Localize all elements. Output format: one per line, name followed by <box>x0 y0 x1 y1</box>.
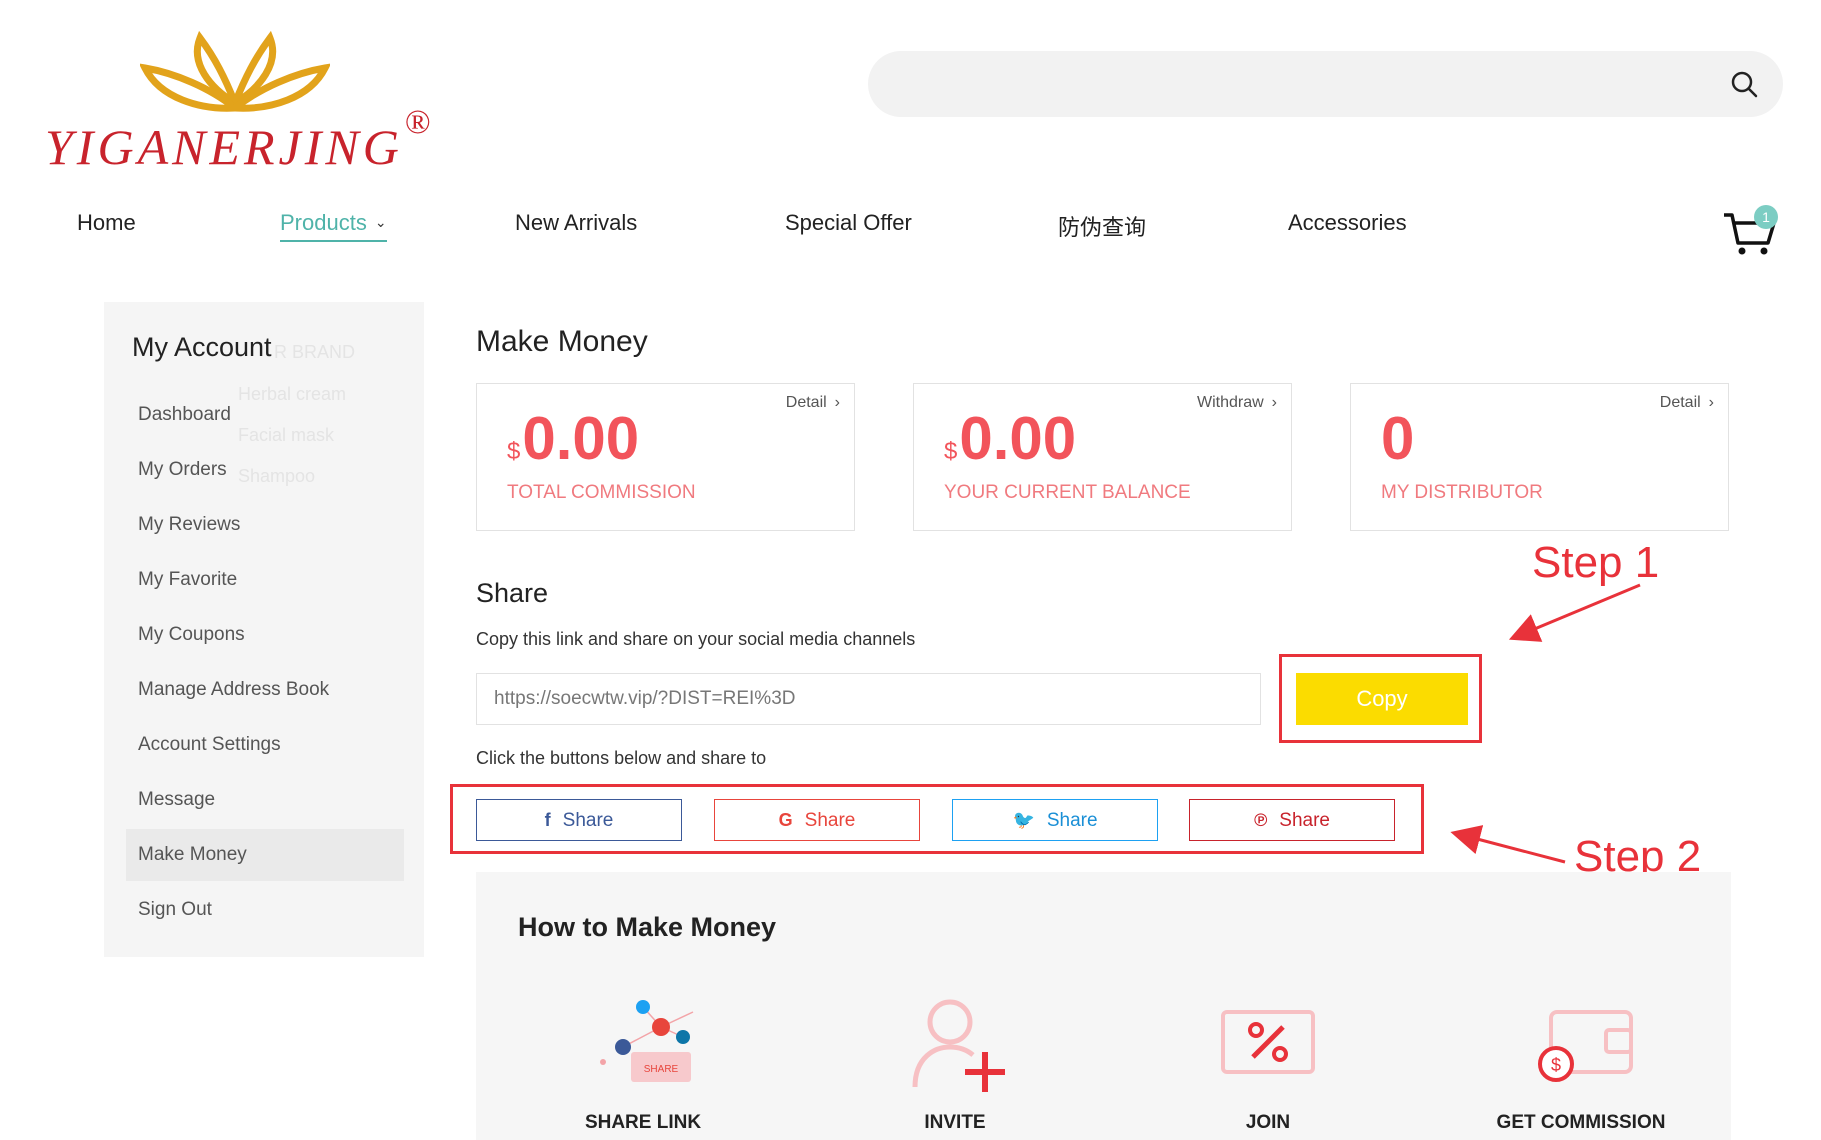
nav-new-arrivals[interactable]: New Arrivals <box>515 210 637 236</box>
search-bar[interactable] <box>868 51 1783 117</box>
sidebar-item-sign-out[interactable]: Sign Out <box>126 884 404 936</box>
nav-products[interactable]: Products ⌄ <box>280 210 387 242</box>
step1-arrow <box>1508 583 1641 642</box>
sidebar-item-my-favorite[interactable]: My Favorite <box>126 554 404 606</box>
how-to-step-invite: INVITE <box>830 992 1080 1133</box>
sidebar-item-address-book[interactable]: Manage Address Book <box>126 664 404 716</box>
pinterest-icon: ℗ <box>1254 810 1268 830</box>
how-to-step-commission: $ GET COMMISSION <box>1456 992 1706 1133</box>
page-title: Make Money <box>476 325 648 358</box>
ghost-item: Herbal cream <box>238 384 347 404</box>
how-to-title: How to Make Money <box>518 912 777 942</box>
nav-anti-counterfeit[interactable]: 防伪查询 <box>1058 210 1146 242</box>
stat-label: TOTAL COMMISSION <box>507 482 696 503</box>
stat-label: MY DISTRIBUTOR <box>1381 482 1543 503</box>
stat-current-balance: Withdraw › $0.00 YOUR CURRENT BALANCE <box>913 383 1292 531</box>
stat-total-commission: Detail › $0.00 TOTAL COMMISSION <box>476 383 855 531</box>
share-title: Share <box>476 578 549 608</box>
brand-logo[interactable]: YIGANERJING® <box>45 28 465 178</box>
chevron-right-icon: › <box>1271 394 1277 411</box>
search-icon[interactable] <box>1729 69 1759 99</box>
sidebar-item-message[interactable]: Message <box>126 774 404 826</box>
facebook-share-button[interactable]: f Share <box>476 799 682 841</box>
nav-home[interactable]: Home <box>77 210 136 236</box>
stat-label: YOUR CURRENT BALANCE <box>944 482 1191 503</box>
svg-text:SHARE: SHARE <box>644 1064 679 1075</box>
stat-detail-link[interactable]: Detail › <box>1660 394 1714 412</box>
pinterest-share-button[interactable]: ℗ Share <box>1189 799 1395 841</box>
stat-value: 0 <box>1381 405 1415 472</box>
share-network-icon: SHARE <box>600 1000 694 1082</box>
main-nav: Home Products ⌄ New Arrivals Special Offe… <box>0 210 1821 260</box>
sidebar-item-account-settings[interactable]: Account Settings <box>126 719 404 771</box>
cart-count-badge: 1 <box>1754 205 1778 229</box>
stat-value: $0.00 <box>507 405 640 472</box>
stat-my-distributor: Detail › 0 MY DISTRIBUTOR <box>1350 383 1729 531</box>
stat-value: $0.00 <box>944 405 1077 472</box>
ghost-item: Facial mask <box>238 425 335 445</box>
how-to-step-join: JOIN <box>1143 992 1393 1133</box>
brand-name: YIGANERJING® <box>45 104 435 175</box>
sidebar-item-my-coupons[interactable]: My Coupons <box>126 609 404 661</box>
wallet-coin-icon: $ <box>1538 1010 1633 1082</box>
how-to-step-label: SHARE LINK <box>584 1112 702 1133</box>
nav-special-offer[interactable]: Special Offer <box>785 210 912 236</box>
svg-text:$: $ <box>1551 1055 1561 1075</box>
google-icon: G <box>778 810 793 830</box>
how-to-step-label: JOIN <box>1245 1112 1291 1133</box>
how-to-section: How to Make Money SHARE SHARE LINK INVIT… <box>476 872 1731 1140</box>
google-share-button[interactable]: G Share <box>714 799 920 841</box>
chevron-down-icon: ⌄ <box>374 214 387 230</box>
products-dropdown-ghost: R BRAND Herbal cream Facial mask Shampoo <box>104 312 424 522</box>
share-link-input[interactable] <box>476 673 1261 725</box>
cart-button[interactable]: 1 <box>1722 205 1778 257</box>
ghost-item: Shampoo <box>238 466 316 486</box>
facebook-icon: f <box>544 810 551 830</box>
sidebar-item-make-money[interactable]: Make Money <box>126 829 404 881</box>
stat-withdraw-link[interactable]: Withdraw › <box>1197 394 1277 412</box>
chevron-right-icon: › <box>834 394 840 411</box>
nav-accessories[interactable]: Accessories <box>1288 210 1407 236</box>
step1-annotation: Step 1 <box>1532 538 1660 587</box>
how-to-step-share: SHARE SHARE LINK <box>518 992 768 1133</box>
add-user-icon <box>912 999 1005 1092</box>
copy-button[interactable]: Copy <box>1296 673 1468 725</box>
how-to-step-label: INVITE <box>924 1112 986 1133</box>
share-to-text: Click the buttons below and share to <box>476 748 767 768</box>
step2-arrow <box>1450 825 1566 864</box>
ghost-brand: R BRAND <box>274 342 356 362</box>
twitter-icon: 🐦 <box>1012 810 1035 830</box>
twitter-share-button[interactable]: 🐦 Share <box>952 799 1158 841</box>
percent-ticket-icon <box>1221 1010 1315 1074</box>
share-description: Copy this link and share on your social … <box>476 629 916 649</box>
lotus-logo-icon <box>140 30 330 112</box>
stat-detail-link[interactable]: Detail › <box>786 394 840 412</box>
how-to-step-label: GET COMMISSION <box>1496 1112 1666 1133</box>
chevron-right-icon: › <box>1708 394 1714 411</box>
